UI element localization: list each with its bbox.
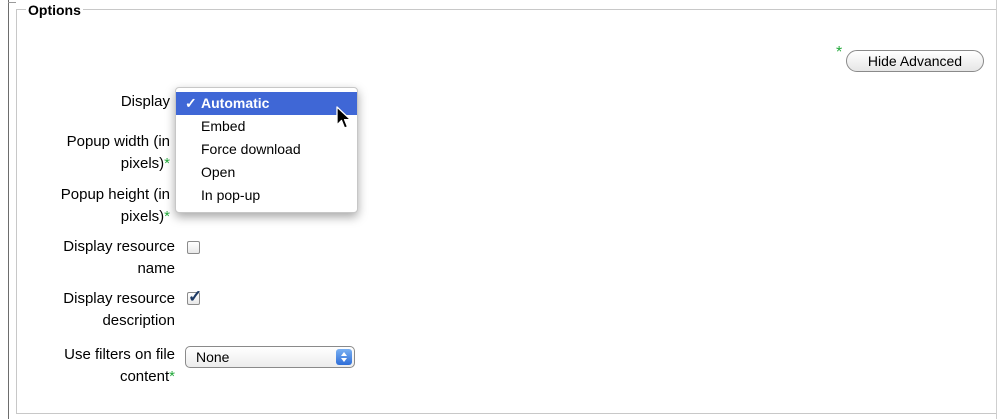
options-legend: Options: [26, 2, 83, 18]
menu-item-label: Open: [201, 164, 236, 180]
display-description-label: Display resource description: [5, 288, 175, 332]
filters-label: Use filters on file content*: [5, 344, 175, 388]
menu-item-embed[interactable]: Embed: [176, 115, 357, 138]
popup-height-label: Popup height (in pixels)*: [0, 184, 170, 228]
menu-item-in-popup[interactable]: In pop-up: [176, 184, 357, 207]
menu-item-force-download[interactable]: Force download: [176, 138, 357, 161]
filters-select-value: None: [196, 349, 230, 365]
menu-item-open[interactable]: Open: [176, 161, 357, 184]
display-description-checkbox[interactable]: [187, 287, 202, 307]
popup-width-label-line2: pixels)*: [120, 155, 170, 172]
menu-item-label: Automatic: [201, 95, 270, 111]
display-name-label-line1: Display resource: [63, 238, 175, 255]
required-mark: *: [164, 208, 170, 225]
display-description-label-line2: description: [102, 312, 175, 329]
display-dropdown-menu: ✓ Automatic Embed Force download Open In…: [175, 87, 358, 213]
popup-width-label-line1: Popup width (in: [66, 133, 170, 150]
display-description-label-line1: Display resource: [63, 290, 175, 307]
required-mark: *: [164, 155, 170, 172]
display-label-text: Display: [120, 93, 170, 110]
select-arrows-icon: [336, 349, 352, 365]
display-name-label-line2: name: [137, 260, 175, 277]
menu-item-label: Force download: [201, 141, 301, 157]
filters-label-line1: Use filters on file: [64, 346, 175, 363]
required-mark: *: [169, 368, 175, 385]
window-right-edge: [996, 0, 997, 419]
checkmark-icon: ✓: [185, 95, 197, 111]
popup-height-label-line1: Popup height (in: [60, 186, 170, 203]
popup-height-label-line2: pixels)*: [120, 208, 170, 225]
menu-item-label: Embed: [201, 118, 246, 134]
hide-advanced-button[interactable]: Hide Advanced: [846, 50, 984, 72]
filters-select[interactable]: None: [185, 346, 355, 368]
display-name-checkbox[interactable]: [187, 241, 200, 254]
popup-width-label: Popup width (in pixels)*: [0, 131, 170, 175]
mouse-pointer-icon: [336, 106, 352, 129]
menu-item-automatic[interactable]: ✓ Automatic: [176, 92, 357, 115]
menu-item-label: In pop-up: [201, 187, 261, 203]
display-name-label: Display resource name: [5, 236, 175, 280]
display-label: Display: [0, 91, 170, 113]
window-top-edge: [8, 2, 16, 3]
filters-label-line2: content*: [119, 368, 175, 385]
required-mark: *: [836, 44, 843, 61]
